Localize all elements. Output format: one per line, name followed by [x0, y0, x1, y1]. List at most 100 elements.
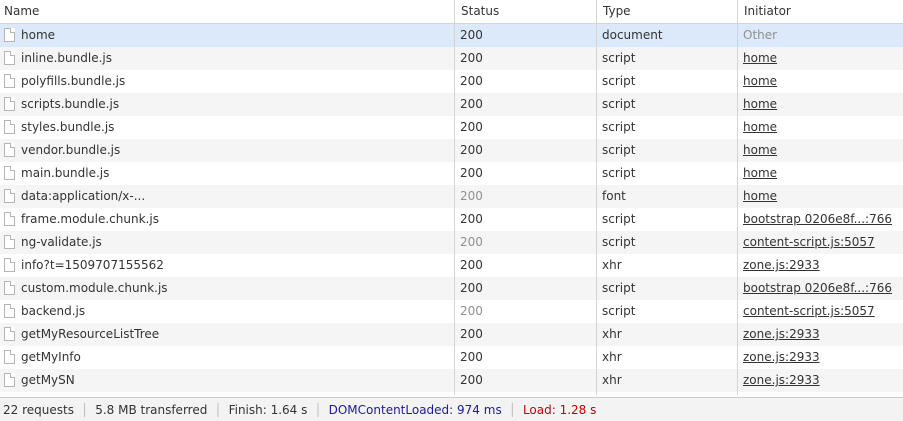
column-header-type[interactable]: Type — [597, 0, 738, 23]
table-row[interactable]: getMySN 200 xhr zone.js:2933 — [0, 369, 903, 392]
request-count: 22 requests — [3, 402, 74, 417]
file-icon — [4, 74, 15, 88]
request-type: script — [597, 208, 738, 231]
request-name: frame.module.chunk.js — [21, 212, 159, 226]
request-name-cell[interactable]: frame.module.chunk.js — [0, 208, 455, 231]
request-type: script — [597, 47, 738, 70]
request-name-cell[interactable]: custom.module.chunk.js — [0, 277, 455, 300]
initiator-link[interactable]: content-script.js:5057 — [743, 235, 875, 249]
file-icon — [4, 350, 15, 364]
request-initiator-cell: Other — [738, 24, 903, 47]
request-status: 200 — [455, 369, 597, 392]
initiator-link[interactable]: home — [743, 51, 777, 65]
network-request-table: Name Status Type Initiator home 200 docume… — [0, 0, 903, 392]
request-status: 200 — [455, 24, 597, 47]
table-row[interactable]: getMyResourceListTree 200 xhr zone.js:2933 — [0, 323, 903, 346]
file-icon — [4, 120, 15, 134]
request-status: 200 — [455, 93, 597, 116]
divider: │ — [80, 402, 89, 417]
initiator-link[interactable]: bootstrap 0206e8f...:766 — [743, 281, 892, 295]
table-header: Name Status Type Initiator — [0, 0, 903, 24]
table-row[interactable]: scripts.bundle.js 200 script home — [0, 93, 903, 116]
file-icon — [4, 212, 15, 226]
initiator-link[interactable]: zone.js:2933 — [743, 350, 820, 364]
file-icon — [4, 97, 15, 111]
initiator-link[interactable]: home — [743, 97, 777, 111]
file-icon — [4, 281, 15, 295]
request-initiator-cell: zone.js:2933 — [738, 254, 903, 277]
request-name-cell[interactable]: main.bundle.js — [0, 162, 455, 185]
column-header-name[interactable]: Name — [0, 0, 455, 23]
request-initiator-cell: zone.js:2933 — [738, 323, 903, 346]
table-row[interactable]: getMyInfo 200 xhr zone.js:2933 — [0, 346, 903, 369]
request-name: getMySN — [21, 373, 75, 387]
table-row[interactable]: custom.module.chunk.js 200 script bootstrap… — [0, 277, 903, 300]
table-row[interactable]: backend.js 200 script content-script.js:505… — [0, 300, 903, 323]
initiator-link[interactable]: zone.js:2933 — [743, 373, 820, 387]
initiator-link[interactable]: home — [743, 143, 777, 157]
table-row[interactable]: styles.bundle.js 200 script home — [0, 116, 903, 139]
request-status: 200 — [455, 70, 597, 93]
request-initiator-cell: content-script.js:5057 — [738, 300, 903, 323]
initiator-link[interactable]: zone.js:2933 — [743, 327, 820, 341]
transferred-size: 5.8 MB transferred — [95, 402, 208, 417]
file-icon — [4, 235, 15, 249]
initiator-link[interactable]: zone.js:2933 — [743, 258, 820, 272]
dom-content-loaded-time: DOMContentLoaded: 974 ms — [328, 402, 502, 417]
request-name: polyfills.bundle.js — [21, 74, 126, 88]
file-icon — [4, 166, 15, 180]
request-name-cell[interactable]: styles.bundle.js — [0, 116, 455, 139]
table-row[interactable]: inline.bundle.js 200 script home — [0, 47, 903, 70]
request-name-cell[interactable]: vendor.bundle.js — [0, 139, 455, 162]
request-name: info?t=1509707155562 — [21, 258, 164, 272]
initiator-link[interactable]: home — [743, 189, 777, 203]
file-icon — [4, 28, 15, 42]
request-status: 200 — [455, 323, 597, 346]
request-name: vendor.bundle.js — [21, 143, 121, 157]
request-name: backend.js — [21, 304, 86, 318]
file-icon — [4, 143, 15, 157]
request-status: 200 — [455, 47, 597, 70]
initiator-link[interactable]: home — [743, 120, 777, 134]
request-name-cell[interactable]: inline.bundle.js — [0, 47, 455, 70]
request-type: script — [597, 93, 738, 116]
request-name: inline.bundle.js — [21, 51, 112, 65]
request-name-cell[interactable]: scripts.bundle.js — [0, 93, 455, 116]
request-name-cell[interactable]: getMySN — [0, 369, 455, 392]
table-row[interactable]: info?t=1509707155562 200 xhr zone.js:2933 — [0, 254, 903, 277]
request-name-cell[interactable]: ng-validate.js — [0, 231, 455, 254]
file-icon — [4, 51, 15, 65]
request-type: font — [597, 185, 738, 208]
request-name-cell[interactable]: data:application/x-... — [0, 185, 455, 208]
request-name-cell[interactable]: getMyResourceListTree — [0, 323, 455, 346]
column-header-status[interactable]: Status — [455, 0, 597, 23]
column-header-initiator[interactable]: Initiator — [738, 0, 903, 23]
request-type: xhr — [597, 323, 738, 346]
request-initiator-cell: home — [738, 116, 903, 139]
request-name-cell[interactable]: polyfills.bundle.js — [0, 70, 455, 93]
initiator-link[interactable]: home — [743, 74, 777, 88]
table-row[interactable]: main.bundle.js 200 script home — [0, 162, 903, 185]
table-row[interactable]: polyfills.bundle.js 200 script home — [0, 70, 903, 93]
initiator-link[interactable]: content-script.js:5057 — [743, 304, 875, 318]
request-type: xhr — [597, 369, 738, 392]
table-row[interactable]: home 200 document Other — [0, 24, 903, 47]
table-row[interactable]: frame.module.chunk.js 200 script bootstrap … — [0, 208, 903, 231]
request-name: custom.module.chunk.js — [21, 281, 168, 295]
request-type: script — [597, 300, 738, 323]
request-type: xhr — [597, 254, 738, 277]
table-row[interactable]: data:application/x-... 200 font home — [0, 185, 903, 208]
request-type: script — [597, 231, 738, 254]
file-icon — [4, 258, 15, 272]
request-name: ng-validate.js — [21, 235, 102, 249]
file-icon — [4, 304, 15, 318]
initiator-link[interactable]: bootstrap 0206e8f...:766 — [743, 212, 892, 226]
request-name-cell[interactable]: info?t=1509707155562 — [0, 254, 455, 277]
request-initiator-cell: bootstrap 0206e8f...:766 — [738, 208, 903, 231]
table-row[interactable]: vendor.bundle.js 200 script home — [0, 139, 903, 162]
request-name-cell[interactable]: getMyInfo — [0, 346, 455, 369]
table-row[interactable]: ng-validate.js 200 script content-script.js… — [0, 231, 903, 254]
request-name-cell[interactable]: home — [0, 24, 455, 47]
initiator-link[interactable]: home — [743, 166, 777, 180]
request-name-cell[interactable]: backend.js — [0, 300, 455, 323]
